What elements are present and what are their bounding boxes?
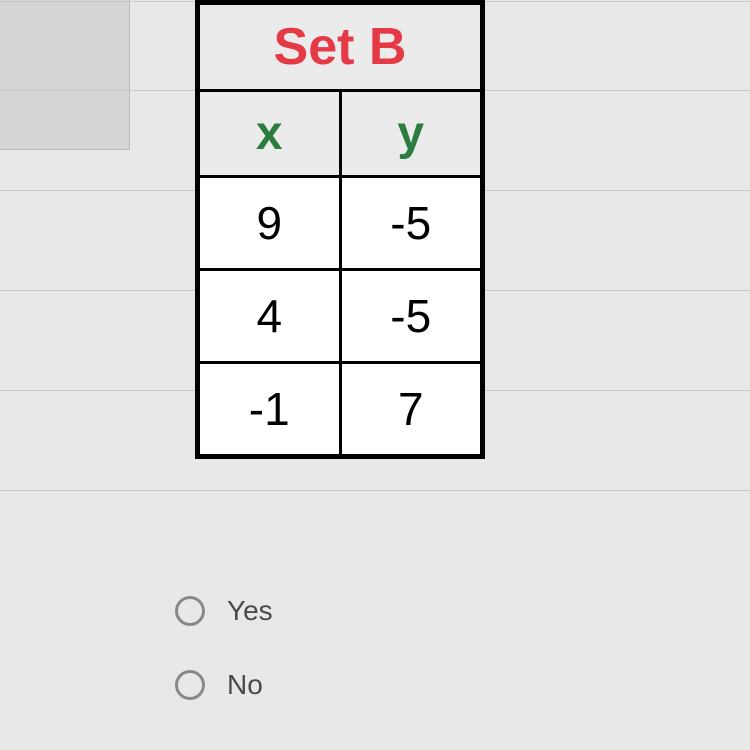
cell-y: -5 xyxy=(342,178,481,268)
radio-circle-icon xyxy=(175,596,205,626)
header-x: x xyxy=(200,92,342,175)
cell-x: 4 xyxy=(200,271,342,361)
table-header-row: x y xyxy=(200,92,480,178)
ruled-line xyxy=(0,490,750,491)
table-row: 9 -5 xyxy=(200,178,480,271)
cell-y: 7 xyxy=(342,364,481,454)
cell-y: -5 xyxy=(342,271,481,361)
header-y: y xyxy=(342,92,481,175)
left-panel xyxy=(0,0,130,150)
cell-x: 9 xyxy=(200,178,342,268)
radio-label: No xyxy=(227,669,263,701)
table-row: 4 -5 xyxy=(200,271,480,364)
radio-circle-icon xyxy=(175,670,205,700)
table-row: -1 7 xyxy=(200,364,480,454)
table-title: Set B xyxy=(200,5,480,92)
radio-option-yes[interactable]: Yes xyxy=(175,595,273,627)
radio-option-no[interactable]: No xyxy=(175,669,273,701)
radio-label: Yes xyxy=(227,595,273,627)
data-table: Set B x y 9 -5 4 -5 -1 7 xyxy=(195,0,485,459)
cell-x: -1 xyxy=(200,364,342,454)
radio-options: Yes No xyxy=(175,595,273,743)
